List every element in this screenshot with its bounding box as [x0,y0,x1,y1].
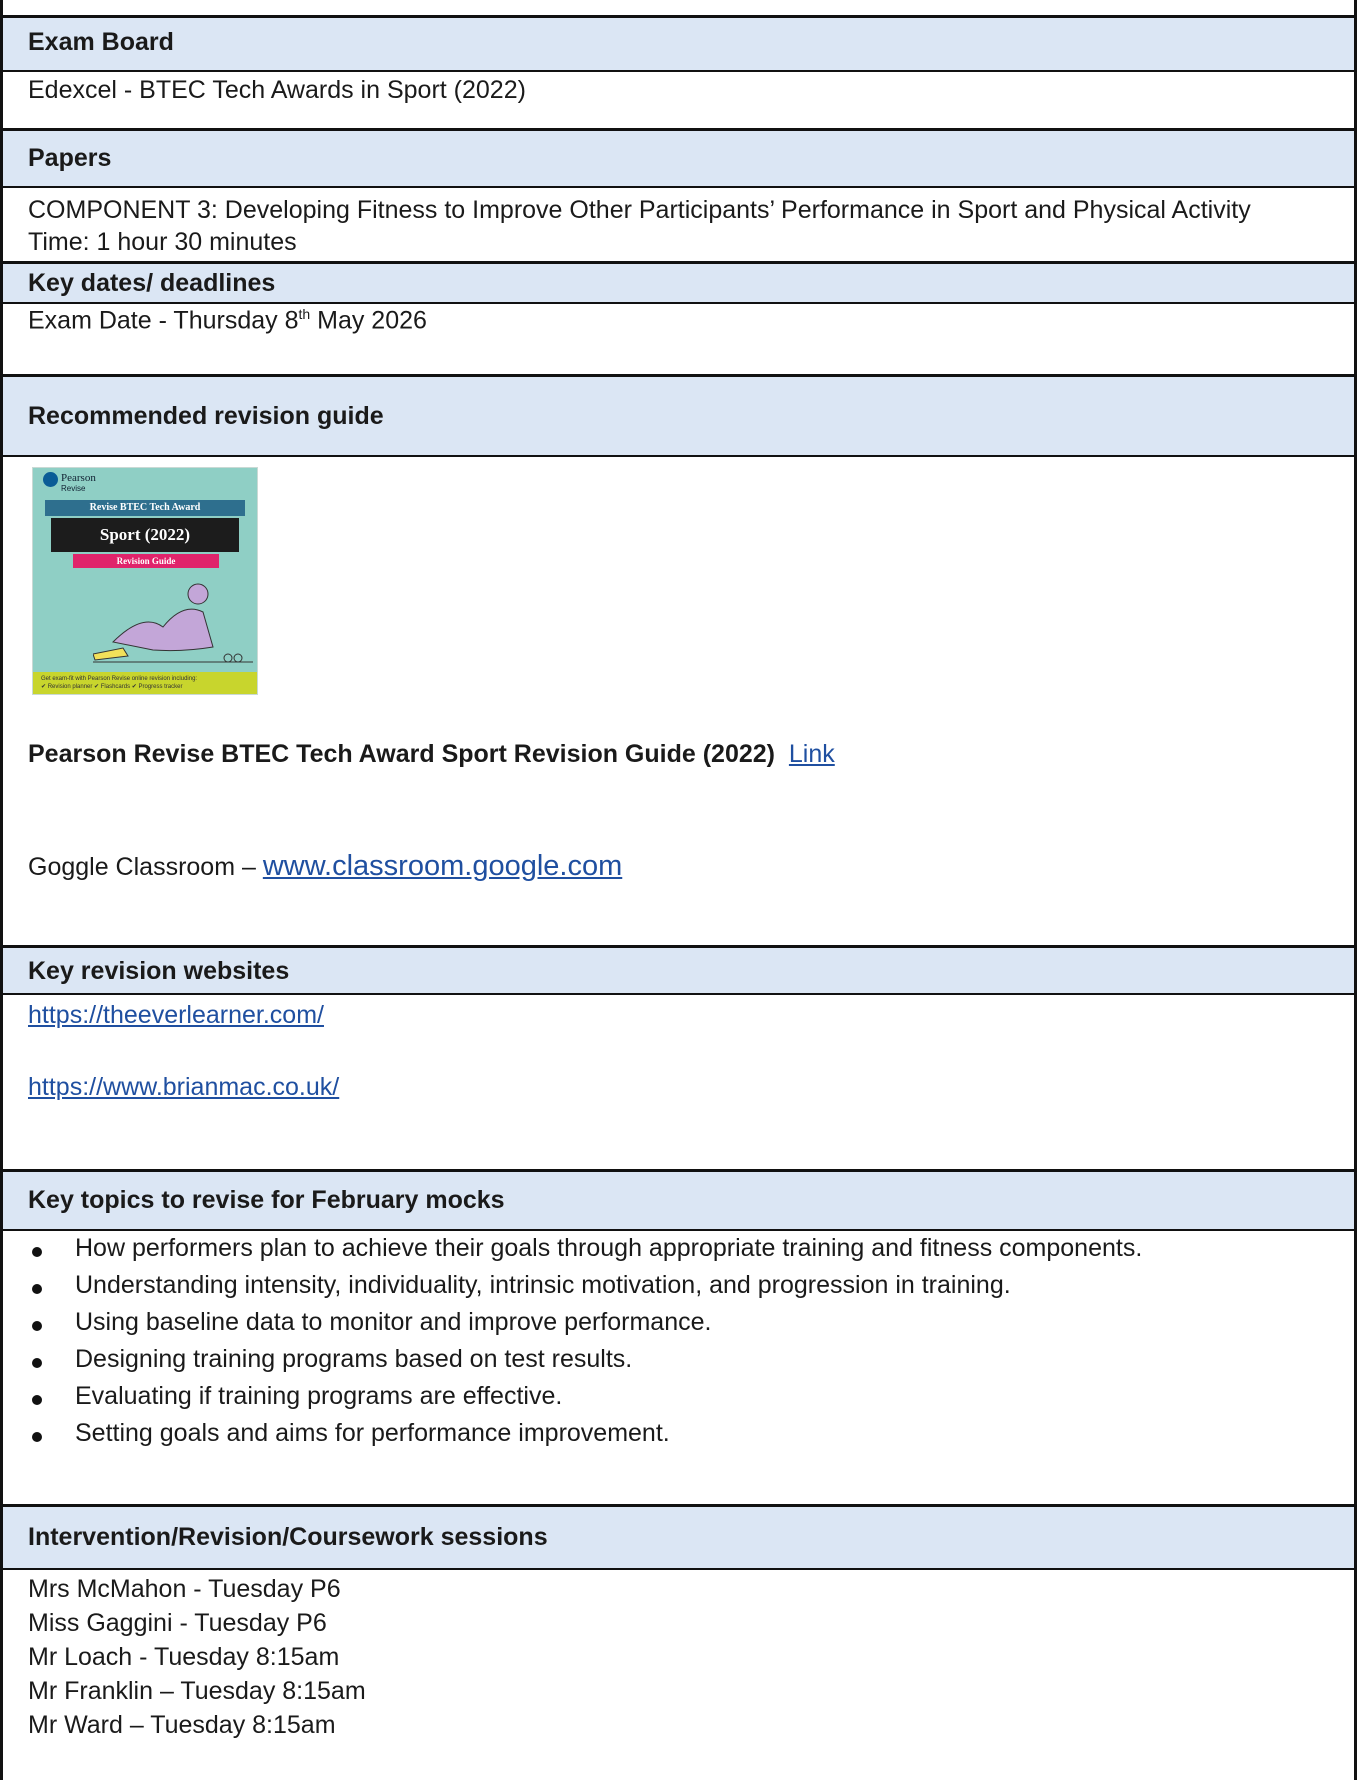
exam-date-prefix: Exam Date - Thursday 8 [28,306,299,335]
exam-date-text: Exam Date - Thursday 8th May 2026 [28,306,427,335]
athlete-illustration-icon [93,583,253,663]
table-rule [0,455,1357,457]
exam-board-value: Edexcel - BTEC Tech Awards in Sport (202… [28,76,526,104]
bullet-icon [32,1432,42,1442]
topic-text: Understanding intensity, individuality, … [75,1271,1011,1299]
exam-board-cell: Edexcel - BTEC Tech Awards in Sport (202… [0,70,1357,128]
topic-item: Designing training programs based on tes… [0,1345,1357,1381]
cover-footer-line1: Get exam-fit with Pearson Revise online … [41,676,198,682]
table-rule [0,993,1357,995]
table-rule [0,261,1357,264]
websites-heading: Key revision websites [28,957,290,985]
revision-guide-title: Pearson Revise BTEC Tech Award Sport Rev… [28,740,775,768]
exam-date-suffix: May 2026 [310,306,427,335]
topic-item: Understanding intensity, individuality, … [0,1271,1357,1307]
table-rule [0,1504,1357,1507]
papers-cell: COMPONENT 3: Developing Fitness to Impro… [0,186,1357,261]
key-dates-header: Key dates/ deadlines [0,264,1357,302]
session-item: Mr Ward – Tuesday 8:15am [28,1711,336,1739]
bullet-icon [32,1358,42,1368]
bullet-icon [32,1321,42,1331]
websites-cell: https://theeverlearner.com/ https://www.… [0,993,1357,1169]
sessions-cell: Mrs McMahon - Tuesday P6 Miss Gaggini - … [0,1571,1357,1780]
exam-board-header: Exam Board [0,18,1357,70]
topics-heading: Key topics to revise for February mocks [28,1186,505,1214]
website-link-brianmac[interactable]: https://www.brianmac.co.uk/ [28,1073,339,1102]
table-rule [0,302,1357,304]
topics-header: Key topics to revise for February mocks [0,1172,1357,1229]
cover-publisher: Pearson [61,472,96,484]
topic-item: How performers plan to achieve their goa… [0,1234,1357,1270]
revision-guide-title-line: Pearson Revise BTEC Tech Award Sport Rev… [28,740,835,769]
classroom-link[interactable]: www.classroom.google.com [263,850,622,882]
topic-text: Evaluating if training programs are effe… [75,1382,563,1410]
topic-text: How performers plan to achieve their goa… [75,1234,1143,1262]
sessions-heading: Intervention/Revision/Coursework session… [28,1523,548,1551]
table-border-left [0,0,3,1780]
classroom-label: Goggle Classroom – [28,853,263,881]
topic-text: Using baseline data to monitor and impro… [75,1308,712,1336]
table-rule [0,945,1357,948]
session-item: Mrs McMahon - Tuesday P6 [28,1575,341,1603]
revision-guide-cover-image: Pearson Revise Revise BTEC Tech Award Sp… [32,467,258,695]
bullet-icon [32,1284,42,1294]
bullet-icon [32,1395,42,1405]
papers-component: COMPONENT 3: Developing Fitness to Impro… [28,196,1251,224]
sessions-header: Intervention/Revision/Coursework session… [0,1507,1357,1568]
session-item: Miss Gaggini - Tuesday P6 [28,1609,327,1637]
bullet-icon [32,1247,42,1257]
table-rule [0,374,1357,377]
key-dates-heading: Key dates/ deadlines [28,269,276,297]
classroom-line: Goggle Classroom – www.classroom.google.… [28,850,622,883]
exam-board-heading: Exam Board [28,28,174,56]
website-link-everlearner[interactable]: https://theeverlearner.com/ [28,1001,324,1030]
session-item: Mr Loach - Tuesday 8:15am [28,1643,340,1671]
cover-footer: Get exam-fit with Pearson Revise online … [33,672,257,694]
table-rule [0,15,1357,18]
table-rule [0,1229,1357,1231]
table-rule [0,1568,1357,1570]
key-dates-cell: Exam Date - Thursday 8th May 2026 [0,302,1357,374]
topic-text: Setting goals and aims for performance i… [75,1419,670,1447]
session-item: Mr Franklin – Tuesday 8:15am [28,1677,366,1705]
cover-series: Revise [61,484,86,493]
table-rule [0,1169,1357,1172]
revision-guide-header: Recommended revision guide [0,377,1357,455]
cover-title: Sport (2022) [51,518,239,552]
topic-item: Setting goals and aims for performance i… [0,1419,1357,1455]
websites-header: Key revision websites [0,948,1357,993]
topic-item: Evaluating if training programs are effe… [0,1382,1357,1418]
revision-guide-link[interactable]: Link [789,740,835,768]
pearson-logo-icon [43,472,58,487]
exam-date-sup: th [298,306,311,322]
table-rule [0,70,1357,72]
topic-item: Using baseline data to monitor and impro… [0,1308,1357,1344]
topic-text: Designing training programs based on tes… [75,1345,633,1373]
revision-guide-heading: Recommended revision guide [28,402,384,430]
papers-header: Papers [0,131,1357,186]
cover-subtitle: Revision Guide [73,554,219,568]
cover-band-top: Revise BTEC Tech Award [45,500,245,516]
papers-time: Time: 1 hour 30 minutes [28,228,297,256]
table-rule [0,128,1357,131]
papers-heading: Papers [28,144,112,172]
cover-footer-line2: ✔ Revision planner ✔ Flashcards ✔ Progre… [41,684,183,690]
table-rule [0,186,1357,188]
